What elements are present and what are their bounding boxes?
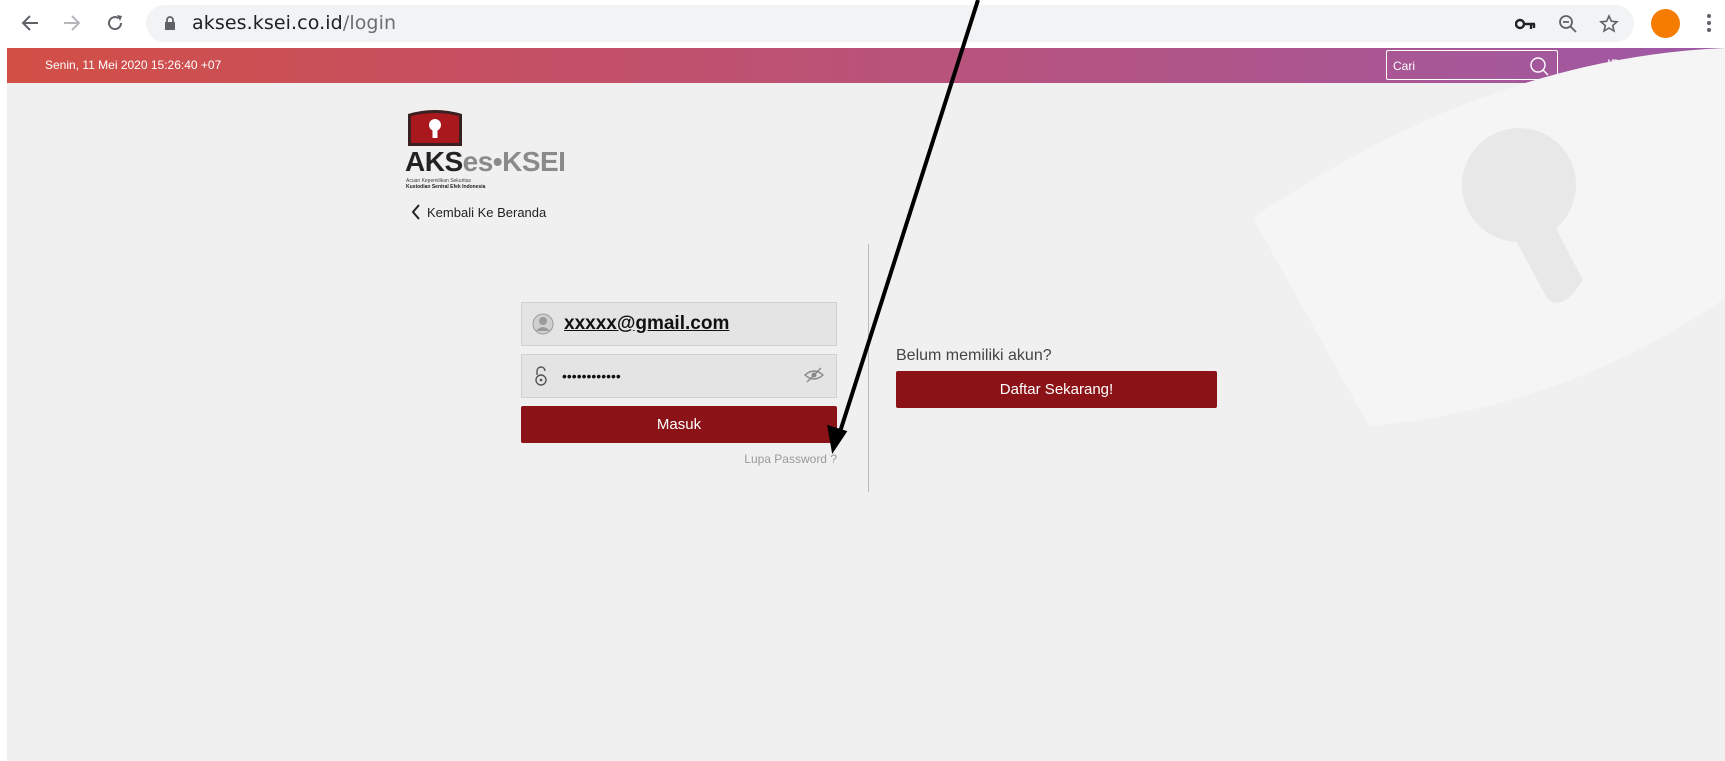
email-field <box>521 302 837 346</box>
password-input[interactable] <box>562 363 802 389</box>
unlock-icon <box>535 366 547 386</box>
register-button[interactable]: Daftar Sekarang! <box>896 371 1217 408</box>
arrow-left-icon <box>21 15 38 31</box>
forward-button[interactable] <box>58 9 86 37</box>
language-label: ID <box>1607 56 1621 72</box>
star-icon <box>1599 14 1619 33</box>
site-topbar: Senin, 11 Mei 2020 15:26:40 +07 ID ▼ <box>7 48 1725 83</box>
back-button[interactable] <box>16 9 44 37</box>
keyhole-shield-icon <box>408 110 462 146</box>
back-to-home-link[interactable]: Kembali Ke Beranda <box>411 204 546 220</box>
password-key-button[interactable] <box>1514 12 1538 36</box>
lock-icon <box>165 16 175 30</box>
site-search <box>1386 50 1558 80</box>
search-icon[interactable] <box>1529 56 1549 76</box>
password-field <box>521 354 837 398</box>
reload-icon <box>108 15 123 31</box>
logo-subtitle-2: Kustodian Sentral Efek Indonesia <box>406 184 486 190</box>
page-viewport: Senin, 11 Mei 2020 15:26:40 +07 ID ▼ AKSe… <box>7 48 1725 761</box>
zoom-button[interactable] <box>1556 12 1580 36</box>
chevron-left-icon <box>411 204 420 220</box>
keyhole-watermark <box>1253 48 1725 426</box>
register-prompt: Belum memiliki akun? <box>896 347 1052 364</box>
login-button[interactable]: Masuk <box>521 406 837 443</box>
user-icon <box>532 313 554 335</box>
reload-button[interactable] <box>101 9 129 37</box>
arrow-right-icon <box>64 15 81 31</box>
key-icon <box>1515 18 1536 30</box>
url-host: akses.ksei.co.id <box>192 12 343 34</box>
akses-ksei-logo[interactable]: AKSes•KSEI Acuan Kepemilikan Sekuritas K… <box>405 108 566 190</box>
language-selector[interactable]: ID ▼ <box>1607 56 1639 72</box>
chevron-down-icon: ▼ <box>1629 61 1639 72</box>
datetime-text: Senin, 11 Mei 2020 15:26:40 +07 <box>45 58 222 72</box>
back-link-label: Kembali Ke Beranda <box>427 204 547 220</box>
hide-password-icon[interactable] <box>804 367 824 383</box>
kebab-menu-icon[interactable] <box>1700 10 1718 38</box>
browser-toolbar: akses.ksei.co.id/login <box>0 0 1725 46</box>
logo-es: es <box>462 146 494 177</box>
email-input[interactable] <box>564 311 804 337</box>
vertical-divider <box>868 244 869 492</box>
profile-avatar[interactable] <box>1651 9 1680 38</box>
url-text: akses.ksei.co.id/login <box>192 12 396 34</box>
zoom-out-icon <box>1559 15 1577 33</box>
forgot-password-link[interactable]: Lupa Password ? <box>687 452 837 466</box>
bookmark-button[interactable] <box>1597 12 1621 36</box>
logo-wordmark: AKSes•KSEI <box>405 146 566 178</box>
logo-dot: • <box>492 146 503 177</box>
logo-ksei: KSEI <box>502 146 566 177</box>
url-path: /login <box>342 12 397 34</box>
search-input[interactable] <box>1393 57 1523 75</box>
logo-aks: AKS <box>405 146 463 177</box>
address-bar[interactable]: akses.ksei.co.id/login <box>146 5 1634 42</box>
